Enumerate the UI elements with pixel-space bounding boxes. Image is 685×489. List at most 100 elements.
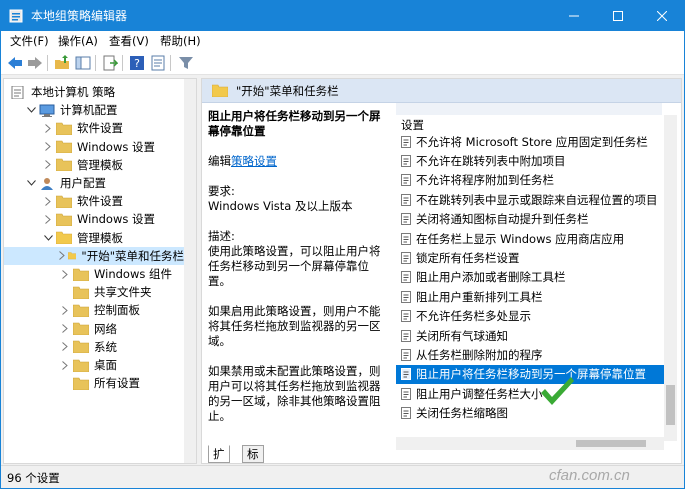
policy-list-item-label: 关闭任务栏缩略图 <box>416 406 508 421</box>
menu-help[interactable]: 帮助(H) <box>160 33 201 49</box>
tree-item[interactable]: 桌面 <box>59 356 117 374</box>
chevron-right-icon[interactable] <box>59 341 71 353</box>
policy-list-item[interactable]: 不允许将程序附加到任务栏 <box>396 171 664 190</box>
tree-item-label: 软件设置 <box>77 121 123 136</box>
back-button[interactable] <box>6 54 24 72</box>
chevron-right-icon[interactable] <box>59 323 71 335</box>
chevron-right-icon[interactable] <box>42 213 54 225</box>
list-horizontal-scroll-thumb[interactable] <box>576 440 646 447</box>
tree-item[interactable]: Windows 组件 <box>59 265 172 283</box>
tab-standard[interactable]: 标准 <box>242 445 264 463</box>
tree-item[interactable]: "开始"菜单和任务栏 <box>4 246 184 265</box>
export-list-button[interactable] <box>101 54 119 72</box>
filter-button[interactable] <box>177 54 195 72</box>
tree-scrollbar[interactable] <box>184 79 196 463</box>
policy-list-item[interactable]: 在任务栏上显示 Windows 应用商店应用 <box>396 229 664 248</box>
properties-button[interactable] <box>149 54 167 72</box>
chevron-right-icon[interactable] <box>42 122 54 134</box>
show-hide-tree-button[interactable] <box>74 54 92 72</box>
tree-item[interactable]: 管理模板 <box>42 229 123 247</box>
tree-item[interactable]: 网络 <box>59 320 117 338</box>
chevron-down-icon[interactable] <box>42 232 54 244</box>
policy-list-item[interactable]: 关闭所有气球通知 <box>396 326 664 345</box>
policy-list-item-label: 阻止用户添加或者删除工具栏 <box>416 270 566 285</box>
policy-list-item[interactable]: 阻止用户将任务栏移动到另一个屏幕停靠位置 <box>396 364 664 384</box>
tab-extended[interactable]: 扩展 <box>208 445 230 463</box>
policy-setting-icon <box>401 251 411 264</box>
chevron-right-icon[interactable] <box>59 359 71 371</box>
tree-item[interactable]: 计算机配置 <box>25 101 118 119</box>
policy-list-item[interactable]: 从任务栏删除附加的程序 <box>396 345 664 364</box>
minimize-button[interactable] <box>552 1 596 31</box>
policy-list-item[interactable]: 不允许任务栏多处显示 <box>396 307 664 326</box>
policy-list-item[interactable]: 阻止用户调整任务栏大小 <box>396 384 664 403</box>
chevron-right-icon[interactable] <box>42 141 54 153</box>
folder-icon <box>56 158 72 172</box>
chevron-down-icon[interactable] <box>25 177 37 189</box>
policy-list-item-label: 不允许将程序附加到任务栏 <box>416 173 554 188</box>
tree-item-label: 管理模板 <box>77 230 123 245</box>
forward-button[interactable] <box>26 54 44 72</box>
up-folder-icon <box>55 55 69 69</box>
menu-file[interactable]: 文件(F) <box>10 33 49 49</box>
tree-item[interactable]: 共享文件夹 <box>59 283 152 301</box>
tree-item[interactable]: 控制面板 <box>59 301 140 319</box>
chevron-right-icon[interactable] <box>59 268 71 280</box>
back-icon <box>8 57 22 69</box>
enabled-text: 如果启用此策略设置，则用户不能将其任务栏拖放到监视器的另一区域。 <box>208 304 381 348</box>
edit-policy-link[interactable]: 策略设置 <box>231 154 277 168</box>
policy-list-item[interactable]: 锁定所有任务栏设置 <box>396 248 664 267</box>
forward-icon <box>28 57 42 69</box>
tree-item-label: 共享文件夹 <box>94 285 152 300</box>
svg-text:?: ? <box>134 57 140 70</box>
policy-list-item[interactable]: 不允许将 Microsoft Store 应用固定到任务栏 <box>396 132 664 151</box>
help-button[interactable]: ? <box>128 54 146 72</box>
list-vertical-scrollbar[interactable] <box>664 115 677 441</box>
tree-item[interactable]: 所有设置 <box>59 374 140 392</box>
folder-open-icon <box>67 252 77 260</box>
chevron-right-icon[interactable] <box>42 159 54 171</box>
folder-open-icon <box>56 231 72 245</box>
policy-setting-icon <box>401 193 411 206</box>
folder-icon <box>56 195 72 208</box>
tree-item[interactable]: Windows 设置 <box>42 210 155 228</box>
settings-column-header[interactable]: 设置 <box>401 117 424 133</box>
chevron-right-icon[interactable] <box>59 304 71 316</box>
policy-list-item[interactable]: 阻止用户添加或者删除工具栏 <box>396 268 664 287</box>
details-header: "开始"菜单和任务栏 <box>202 79 681 103</box>
tree-item[interactable]: 管理模板 <box>42 156 123 174</box>
chevron-right-icon[interactable] <box>59 250 66 262</box>
policy-list-item[interactable]: 不允许在跳转列表中附加项目 <box>396 151 664 170</box>
menu-action[interactable]: 操作(A) <box>58 33 98 49</box>
menu-view[interactable]: 查看(V) <box>109 33 149 49</box>
tree-item[interactable]: 系统 <box>59 338 117 356</box>
tree-item[interactable]: 本地计算机 策略 <box>8 83 115 101</box>
folder-icon <box>73 359 89 372</box>
user-icon <box>41 177 53 190</box>
details-header-title: "开始"菜单和任务栏 <box>236 83 339 98</box>
tree-item[interactable]: 软件设置 <box>42 119 123 137</box>
show-hide-tree-icon <box>75 56 91 70</box>
tree-item[interactable]: 软件设置 <box>42 192 123 210</box>
filter-icon <box>179 57 193 69</box>
policy-list-item[interactable]: 关闭将通知图标自动提升到任务栏 <box>396 210 664 229</box>
maximize-button[interactable] <box>596 1 640 31</box>
policy-list-item[interactable]: 阻止用户重新排列工具栏 <box>396 287 664 306</box>
folder-icon <box>56 122 72 135</box>
properties-icon <box>151 55 165 71</box>
tree-item-label: "开始"菜单和任务栏 <box>81 248 184 263</box>
policy-list-item[interactable]: 关闭任务栏缩略图 <box>396 404 664 423</box>
tree-item[interactable]: Windows 设置 <box>42 138 155 156</box>
close-button[interactable] <box>640 1 684 31</box>
tree-item-label: Windows 设置 <box>77 212 155 227</box>
policy-list-item[interactable]: 不在跳转列表中显示或跟踪来自远程位置的项目 <box>396 190 664 209</box>
policy-list-item-label: 锁定所有任务栏设置 <box>416 250 520 265</box>
list-vertical-scroll-thumb[interactable] <box>666 385 675 425</box>
tree-item[interactable]: 用户配置 <box>25 174 106 192</box>
up-folder-button[interactable] <box>53 54 71 72</box>
list-horizontal-scrollbar[interactable] <box>396 437 664 450</box>
chevron-right-icon[interactable] <box>42 195 54 207</box>
watermark-text: cfan.com.cn <box>549 467 630 484</box>
chevron-down-icon[interactable] <box>25 104 37 116</box>
